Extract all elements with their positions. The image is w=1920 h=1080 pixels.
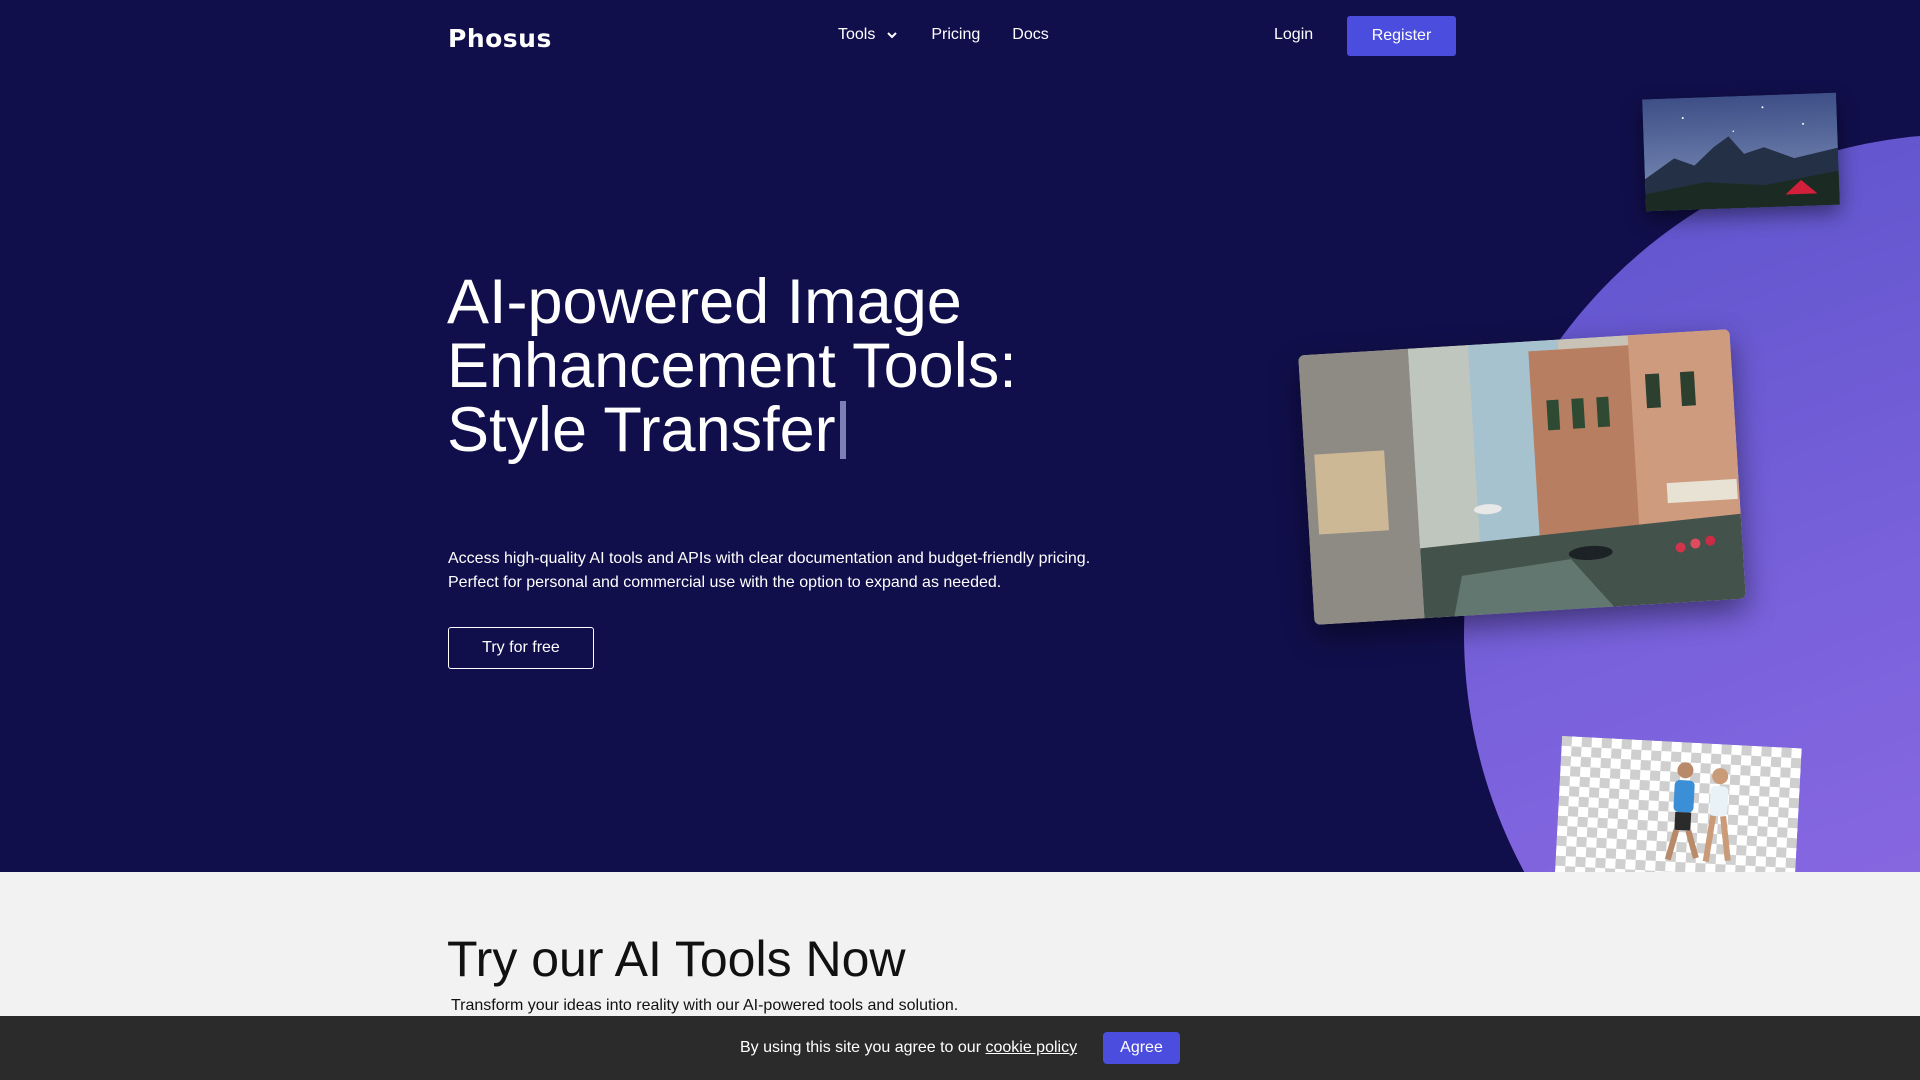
desc-line-1: Access high-quality AI tools and APIs wi…	[448, 550, 1091, 567]
mountain-tent-image	[1642, 92, 1840, 212]
section-subtitle: Transform your ideas into reality with o…	[451, 997, 959, 1014]
typing-caret	[839, 401, 846, 459]
cookie-message: By using this site you agree to our	[740, 1039, 982, 1056]
headline-line-3: Style Transfer	[447, 395, 836, 465]
nav-links: Tools Pricing Docs	[838, 26, 1081, 44]
top-navbar: Phosus Tools Pricing Docs Login Register	[0, 0, 1920, 72]
nav-tools[interactable]: Tools	[838, 26, 899, 44]
register-button[interactable]: Register	[1347, 16, 1456, 56]
login-link[interactable]: Login	[1274, 26, 1313, 44]
chevron-down-icon	[887, 32, 898, 39]
hero-headline: AI-powered Image Enhancement Tools: Styl…	[447, 270, 1127, 462]
agree-button[interactable]: Agree	[1103, 1032, 1180, 1064]
logo[interactable]: Phosus	[448, 24, 552, 53]
desc-line-2: Perfect for personal and commercial use …	[448, 574, 1002, 591]
cookie-text: By using this site you agree to our cook…	[740, 1039, 1077, 1057]
hero-section: Phosus Tools Pricing Docs Login Register…	[0, 0, 1920, 872]
cookie-banner: By using this site you agree to our cook…	[0, 1016, 1920, 1080]
cookie-policy-link[interactable]: cookie policy	[985, 1039, 1077, 1056]
hero-description: Access high-quality AI tools and APIs wi…	[448, 547, 1148, 595]
nav-docs[interactable]: Docs	[1012, 26, 1048, 44]
runners-cutout-image	[1554, 735, 1802, 872]
nav-pricing[interactable]: Pricing	[931, 26, 980, 44]
headline-line-2: Enhancement Tools:	[447, 331, 1017, 401]
headline-line-1: AI-powered Image	[447, 267, 962, 337]
try-for-free-button[interactable]: Try for free	[448, 627, 594, 669]
nav-tools-label: Tools	[838, 26, 876, 43]
venice-canal-image	[1298, 329, 1746, 625]
section-title: Try our AI Tools Now	[447, 931, 906, 987]
